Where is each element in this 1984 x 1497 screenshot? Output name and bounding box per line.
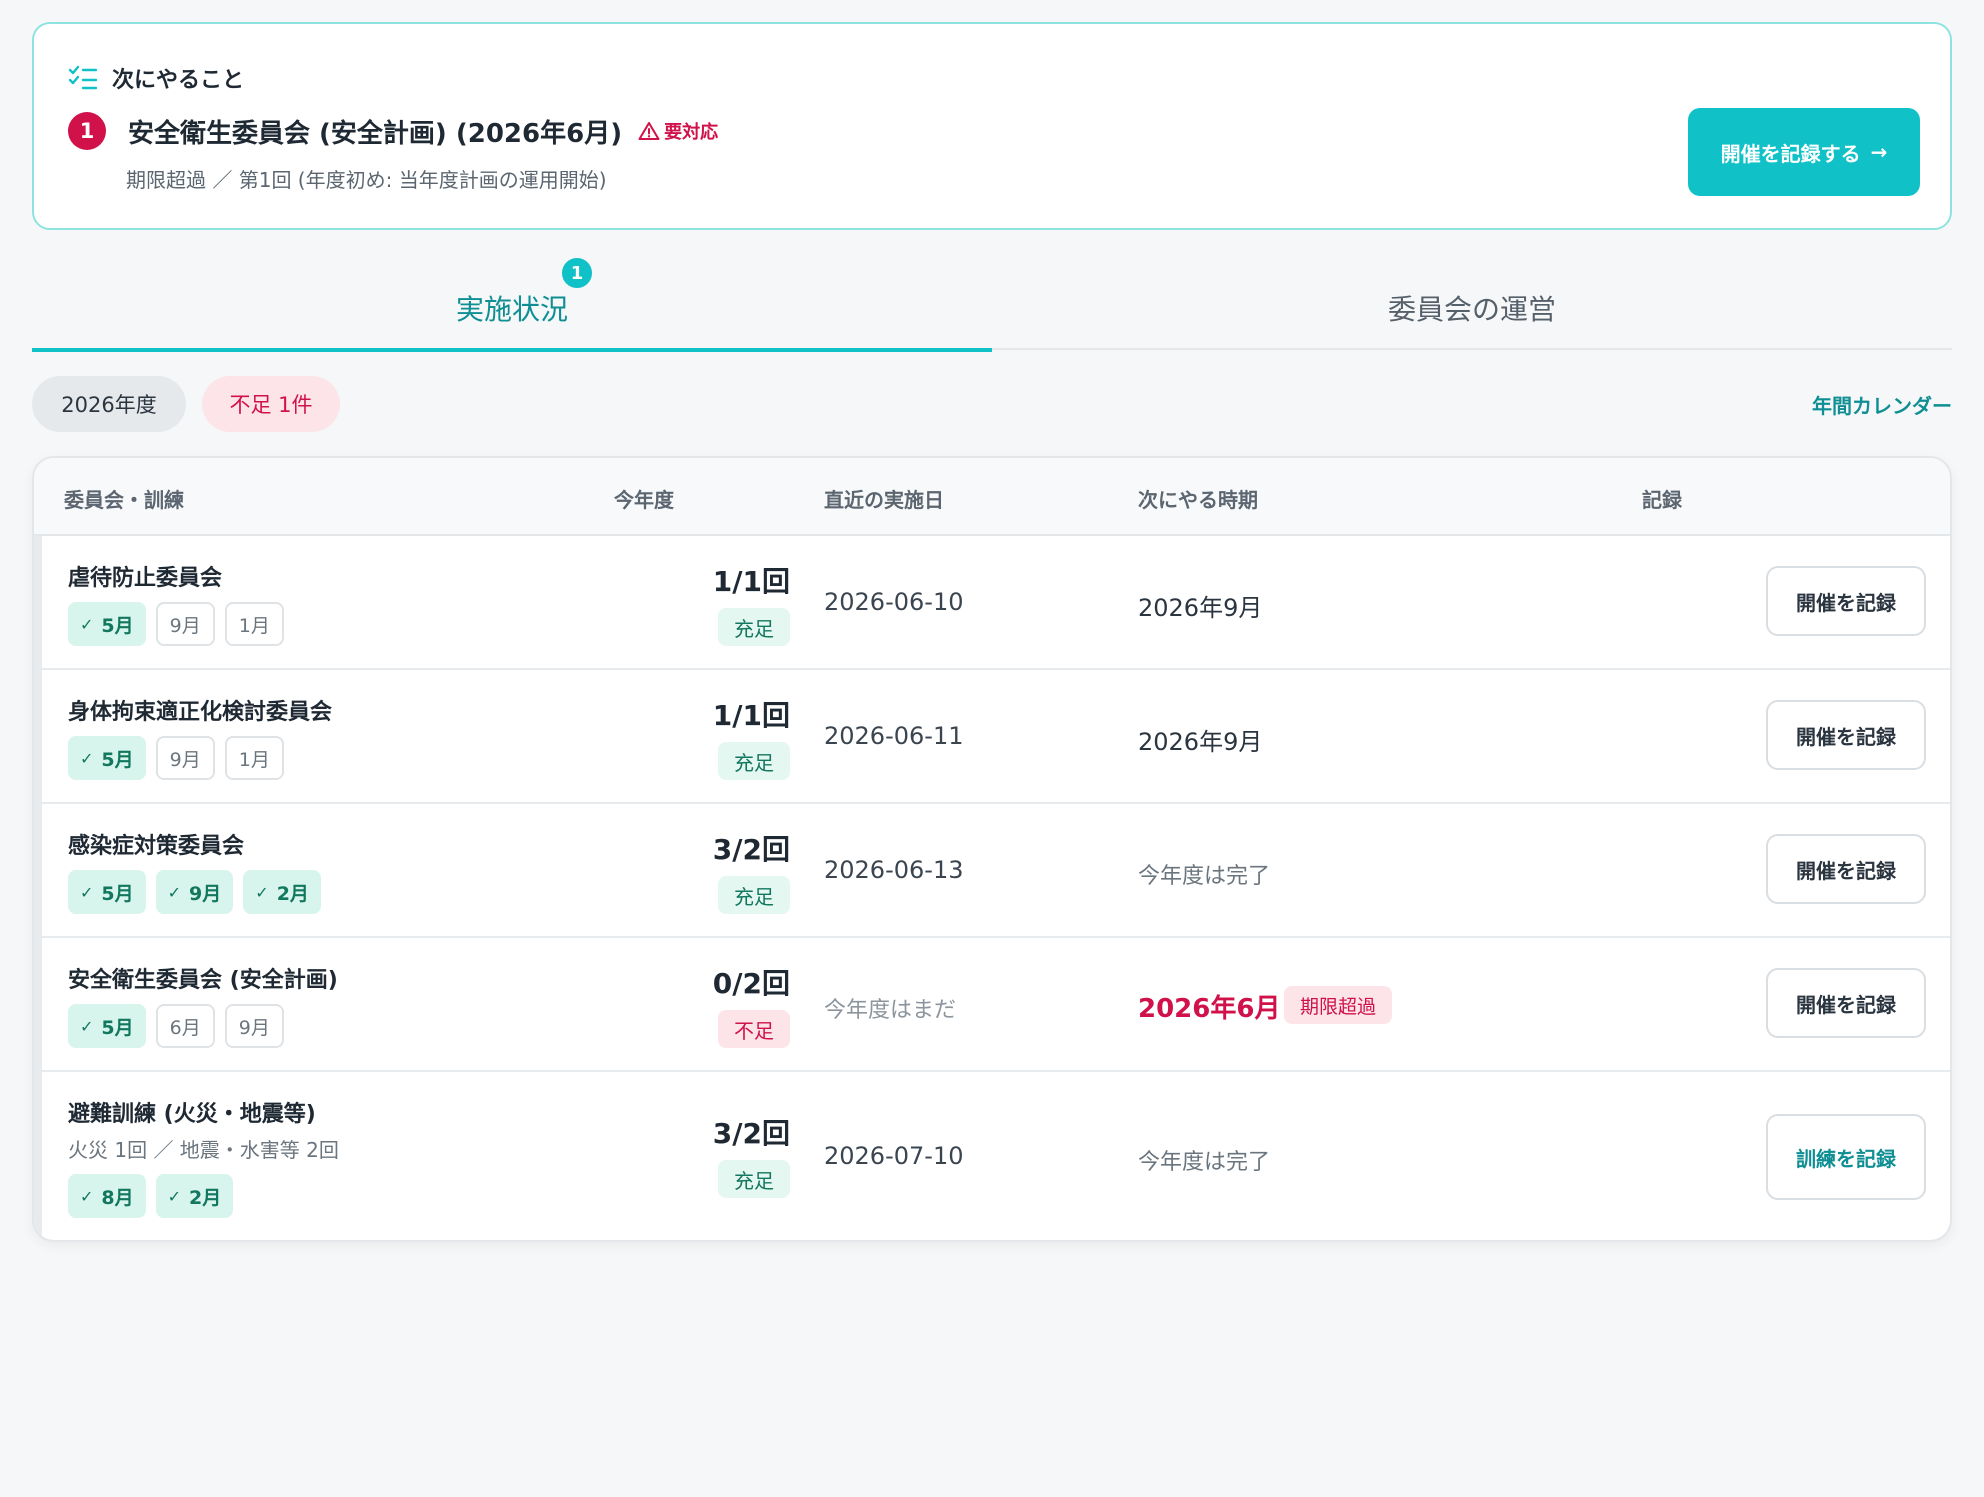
- month-chips: 8月 2月: [68, 1174, 234, 1218]
- checklist-icon: [68, 65, 98, 90]
- priority-number-badge: 1: [68, 112, 106, 150]
- month-chip-done: 5月: [68, 602, 146, 646]
- drill-breakdown: 火災 1回 ／ 地震・水害等 2回: [68, 1138, 339, 1162]
- month-chip-pending: 9月: [224, 1004, 284, 1048]
- tab-status-label: 実施状況: [455, 293, 568, 326]
- next-action-card: 次にやること 1 安全衛生委員会 (安全計画) (2026年6月) 要対応 期限…: [32, 22, 1952, 230]
- last-held-date: 今年度はまだ: [824, 998, 957, 1023]
- table-row: 虐待防止委員会 5月 9月 1月 1/1回 充足 2026-06-10 2026…: [34, 536, 1950, 670]
- urgent-label: 要対応: [664, 122, 719, 143]
- table-row: 安全衛生委員会 (安全計画) 5月 6月 9月 0/2回 不足 今年度はまだ 2…: [34, 938, 1950, 1072]
- month-chip-done: 5月: [68, 870, 146, 914]
- tab-status[interactable]: 実施状況 1: [32, 256, 992, 352]
- overdue-badge: 期限超過: [1284, 986, 1393, 1024]
- month-chip-done: 5月: [68, 736, 146, 780]
- committee-name: 避難訓練 (火災・地震等): [68, 1102, 316, 1127]
- month-chip-pending: 1月: [224, 736, 284, 780]
- record-meeting-row-button[interactable]: 開催を記録: [1766, 566, 1926, 636]
- last-held-date: 2026-06-11: [824, 722, 964, 750]
- status-badge: 充足: [718, 608, 790, 646]
- next-action-header: 次にやること: [68, 62, 244, 94]
- year-filter-pill[interactable]: 2026年度: [32, 376, 186, 432]
- next-action-heading: 次にやること: [112, 68, 245, 93]
- last-held-date: 2026-06-10: [824, 588, 964, 616]
- table-header: 委員会・訓練 今年度 直近の実施日 次にやる時期 記録: [34, 458, 1950, 536]
- next-due: 今年度は完了: [1138, 864, 1271, 889]
- column-header-committee: 委員会・訓練: [64, 488, 184, 512]
- table-row: 避難訓練 (火災・地震等) 火災 1回 ／ 地震・水害等 2回 8月 2月 3/…: [34, 1072, 1950, 1240]
- status-badge: 不足: [718, 1010, 790, 1048]
- table-row: 感染症対策委員会 5月 9月 2月 3/2回 充足 2026-06-13 今年度…: [34, 804, 1950, 938]
- shortage-filter-pill[interactable]: 不足 1件: [202, 376, 340, 432]
- column-header-next-time: 次にやる時期: [1138, 488, 1258, 512]
- last-held-date: 2026-07-10: [824, 1142, 964, 1170]
- committee-table: 委員会・訓練 今年度 直近の実施日 次にやる時期 記録 虐待防止委員会 5月 9…: [32, 456, 1952, 1242]
- record-meeting-row-button[interactable]: 開催を記録: [1766, 834, 1926, 904]
- next-action-title-row: 1 安全衛生委員会 (安全計画) (2026年6月) 要対応: [68, 112, 718, 150]
- month-chip-pending: 9月: [155, 736, 215, 780]
- next-due: 今年度は完了: [1138, 1150, 1271, 1175]
- last-held-date: 2026-06-13: [824, 856, 964, 884]
- committee-name: 虐待防止委員会: [68, 566, 223, 591]
- month-chip-done: 9月: [155, 870, 234, 914]
- committee-name: 安全衛生委員会 (安全計画): [68, 968, 338, 993]
- record-meeting-button[interactable]: 開催を記録する →: [1688, 108, 1920, 196]
- next-due: 2026年9月: [1138, 594, 1263, 622]
- yearly-count: 3/2回: [712, 1117, 790, 1150]
- arrow-right-icon: →: [1870, 140, 1888, 164]
- yearly-count: 1/1回: [712, 699, 790, 732]
- column-header-record: 記録: [1642, 488, 1682, 512]
- record-meeting-row-button[interactable]: 開催を記録: [1766, 968, 1926, 1038]
- next-due: 2026年6月: [1138, 994, 1281, 1024]
- month-chip-pending: 1月: [224, 602, 284, 646]
- tab-committee-operation-label: 委員会の運営: [1387, 293, 1556, 326]
- month-chip-done: 5月: [68, 1004, 146, 1048]
- status-badge: 充足: [718, 876, 790, 914]
- month-chip-done: 8月: [68, 1174, 146, 1218]
- month-chips: 5月 9月 1月: [68, 602, 284, 646]
- month-chip-done: 2月: [243, 870, 321, 914]
- record-meeting-row-button[interactable]: 開催を記録: [1766, 700, 1926, 770]
- yearly-count: 0/2回: [712, 967, 790, 1000]
- tab-committee-operation[interactable]: 委員会の運営: [992, 266, 1952, 350]
- committee-name: 身体拘束適正化検討委員会: [68, 700, 333, 725]
- next-action-title: 安全衛生委員会 (安全計画) (2026年6月): [128, 118, 623, 149]
- next-action-subtitle: 期限超過 ／ 第1回 (年度初め: 当年度計画の運用開始): [126, 168, 607, 192]
- annual-calendar-link[interactable]: 年間カレンダー: [1812, 390, 1952, 419]
- yearly-count: 3/2回: [712, 833, 790, 866]
- next-due: 2026年9月: [1138, 728, 1263, 756]
- yearly-count: 1/1回: [712, 565, 790, 598]
- status-badge: 充足: [718, 742, 790, 780]
- status-badge: 充足: [718, 1160, 790, 1198]
- tab-status-count-badge: 1: [560, 256, 594, 290]
- month-chip-pending: 9月: [155, 602, 215, 646]
- record-meeting-button-label: 開催を記録する: [1720, 141, 1861, 166]
- tab-status-label-wrap: 実施状況 1: [455, 256, 594, 328]
- warning-icon: [638, 122, 660, 140]
- urgent-badge: 要対応: [638, 118, 718, 144]
- month-chip-done: 2月: [155, 1174, 234, 1218]
- month-chips: 5月 9月 2月: [68, 870, 321, 914]
- column-header-this-year: 今年度: [614, 488, 674, 512]
- month-chip-pending: 6月: [155, 1004, 215, 1048]
- table-row: 身体拘束適正化検討委員会 5月 9月 1月 1/1回 充足 2026-06-11…: [34, 670, 1950, 804]
- column-header-last-date: 直近の実施日: [824, 488, 944, 512]
- record-drill-button[interactable]: 訓練を記録: [1766, 1114, 1926, 1200]
- month-chips: 5月 9月 1月: [68, 736, 284, 780]
- committee-name: 感染症対策委員会: [68, 834, 245, 859]
- month-chips: 5月 6月 9月: [68, 1004, 284, 1048]
- tab-bar: 実施状況 1 委員会の運営: [32, 256, 1952, 352]
